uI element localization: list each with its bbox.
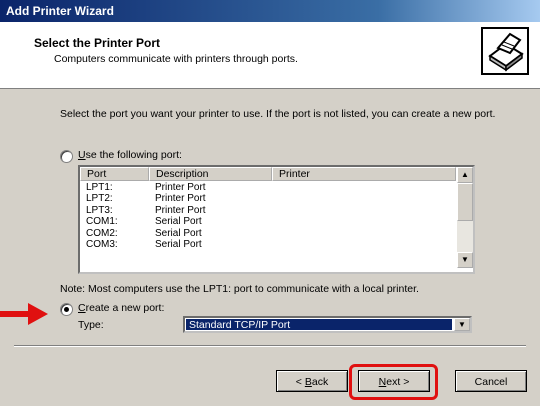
scroll-down-arrow-icon[interactable]: ▼ [457,252,473,268]
instructions-text: Select the port you want your printer to… [60,108,496,120]
radio-selected-dot [64,307,69,312]
add-printer-wizard-window: Add Printer Wizard Select the Printer Po… [0,0,540,406]
column-header-printer[interactable]: Printer [272,167,456,181]
use-port-radio[interactable] [60,150,73,163]
list-item[interactable]: LPT3: Printer Port [80,205,456,216]
port-type-selected-value: Standard TCP/IP Port [186,319,452,331]
port-list-scrollbar[interactable]: ▲ ▼ [457,167,473,268]
use-port-label[interactable]: Use the following port: [78,149,182,161]
back-button[interactable]: < Back [276,370,348,392]
create-port-label[interactable]: Create a new port: [78,302,164,314]
title-bar[interactable]: Add Printer Wizard [0,0,540,22]
cancel-button[interactable]: Cancel [455,370,527,392]
list-item[interactable]: LPT2: Printer Port [80,193,456,204]
list-item[interactable]: COM1: Serial Port [80,216,456,227]
separator [14,345,526,347]
list-item[interactable]: COM2: Serial Port [80,228,456,239]
page-title: Select the Printer Port [34,36,161,50]
port-type-dropdown[interactable]: Standard TCP/IP Port ▼ [183,316,472,333]
port-list-rows: LPT1: Printer Port LPT2: Printer Port LPT3… [80,182,456,250]
note-text: Note: Most computers use the LPT1: port … [60,283,419,295]
wizard-header: Select the Printer Port Computers commun… [0,22,540,89]
list-item[interactable]: LPT1: Printer Port [80,182,456,193]
list-item[interactable]: COM3: Serial Port [80,239,456,250]
red-arrow-icon [0,303,48,325]
port-list-header: Port Description Printer [80,167,456,182]
chevron-down-icon[interactable]: ▼ [454,318,470,331]
page-subtitle: Computers communicate with printers thro… [54,53,298,65]
port-listbox[interactable]: Port Description Printer LPT1: Printer Po… [78,165,475,274]
column-header-description[interactable]: Description [149,167,272,181]
column-header-port[interactable]: Port [80,167,149,181]
create-port-radio[interactable] [60,303,73,316]
window-title: Add Printer Wizard [6,4,114,18]
scroll-up-arrow-icon[interactable]: ▲ [457,167,473,183]
next-button-highlight-annotation [349,364,438,400]
type-label: Type: [78,319,104,331]
printer-icon [481,27,529,75]
scroll-thumb[interactable] [457,183,473,221]
